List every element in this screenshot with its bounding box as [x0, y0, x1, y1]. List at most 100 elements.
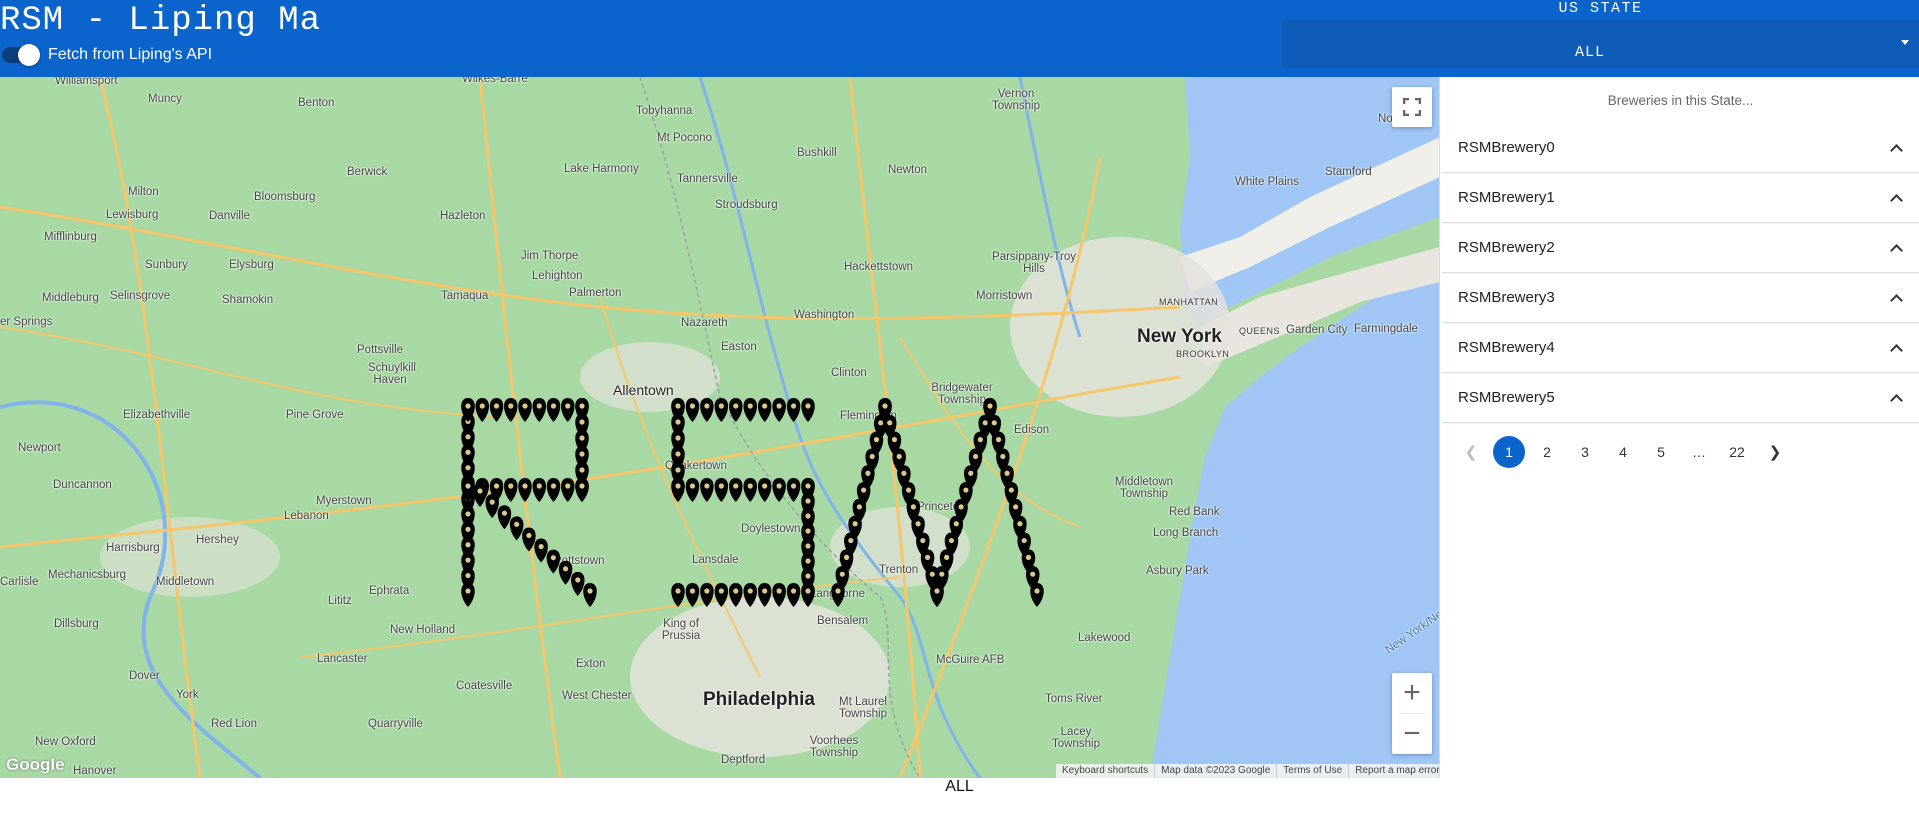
brewery-marker-icon[interactable]: [757, 398, 772, 422]
brewery-name: RSMBrewery0: [1458, 139, 1555, 156]
brewery-marker-icon[interactable]: [518, 478, 532, 502]
selected-state-label: ALL: [945, 778, 974, 795]
brewery-marker-icon[interactable]: [489, 398, 504, 422]
brewery-marker-icon[interactable]: [772, 398, 786, 422]
brewery-marker-icon[interactable]: [546, 478, 561, 502]
brewery-marker-icon[interactable]: [546, 549, 561, 574]
chevron-up-icon[interactable]: [1890, 343, 1903, 357]
brewery-marker-icon[interactable]: [534, 538, 548, 563]
brewery-marker-layer: [461, 398, 1044, 607]
chevron-up-icon[interactable]: [1890, 143, 1903, 157]
brewery-marker-icon[interactable]: [546, 398, 561, 422]
chevron-up-icon[interactable]: [1890, 243, 1903, 257]
brewery-marker-icon[interactable]: [743, 398, 757, 422]
brewery-marker-icon[interactable]: [509, 516, 524, 541]
brewery-marker-icon[interactable]: [729, 398, 743, 422]
brewery-marker-icon[interactable]: [522, 527, 536, 552]
page-button[interactable]: 2: [1528, 436, 1566, 468]
brewery-marker-icon[interactable]: [801, 398, 815, 422]
terms-of-use-link[interactable]: Terms of Use: [1277, 764, 1350, 778]
page-button[interactable]: 22: [1718, 436, 1756, 468]
brewery-marker-icon[interactable]: [757, 583, 772, 607]
fullscreen-button[interactable]: [1392, 87, 1432, 127]
brewery-marker-icon[interactable]: [743, 478, 757, 502]
brewery-marker-icon[interactable]: [532, 478, 547, 502]
brewery-name: RSMBrewery3: [1458, 289, 1555, 306]
page-number: 1: [1493, 436, 1525, 468]
chevron-up-icon[interactable]: [1890, 393, 1903, 407]
brewery-marker-icon[interactable]: [786, 398, 801, 422]
brewery-marker-icon[interactable]: [504, 398, 518, 422]
brewery-marker-icon[interactable]: [757, 478, 772, 502]
zoom-out-button[interactable]: −: [1392, 714, 1432, 754]
brewery-marker-icon[interactable]: [532, 398, 547, 422]
us-state-select[interactable]: ALL: [1282, 20, 1919, 68]
brewery-marker-icon[interactable]: [729, 583, 743, 607]
page-button[interactable]: 3: [1566, 436, 1604, 468]
brewery-marker-icon[interactable]: [561, 478, 575, 502]
brewery-accordion-item[interactable]: RSMBrewery0: [1442, 123, 1919, 173]
page-button[interactable]: 4: [1604, 436, 1642, 468]
zoom-controls: + −: [1392, 673, 1432, 754]
zoom-in-button[interactable]: +: [1392, 673, 1432, 713]
brewery-marker-icon[interactable]: [700, 478, 714, 502]
brewery-marker-icon[interactable]: [461, 583, 475, 607]
brewery-marker-icon[interactable]: [700, 583, 714, 607]
brewery-accordion-item[interactable]: RSMBrewery4: [1442, 323, 1919, 373]
brewery-marker-icon[interactable]: [518, 398, 532, 422]
brewery-accordion-item[interactable]: RSMBrewery2: [1442, 223, 1919, 273]
brewery-marker-icon[interactable]: [561, 398, 575, 422]
brewery-marker-icon[interactable]: [714, 478, 729, 502]
google-logo: Google: [6, 755, 65, 774]
brewery-marker-icon[interactable]: [772, 478, 786, 502]
brewery-marker-icon[interactable]: [671, 478, 685, 502]
map-view[interactable]: Williamsport Muncy Benton Wilkes-Barre T…: [0, 77, 1440, 778]
previous-page-button[interactable]: ❮: [1452, 436, 1490, 468]
api-toggle-switch[interactable]: [2, 44, 40, 66]
next-page-button[interactable]: ❯: [1756, 436, 1794, 468]
map-attribution-bar: Keyboard shortcuts Map data ©2023 Google…: [1056, 764, 1439, 778]
brewery-marker-icon[interactable]: [714, 398, 729, 422]
chevron-up-icon[interactable]: [1890, 193, 1903, 207]
sidebar-heading: Breweries in this State...: [1607, 93, 1754, 108]
brewery-marker-icon[interactable]: [685, 398, 700, 422]
brewery-marker-icon[interactable]: [685, 478, 700, 502]
brewery-marker-icon[interactable]: [685, 583, 700, 607]
brewery-marker-icon[interactable]: [558, 560, 573, 585]
brewery-marker-icon[interactable]: [714, 583, 729, 607]
page-button-current[interactable]: 1: [1490, 436, 1528, 468]
brewery-accordion-item[interactable]: RSMBrewery1: [1442, 173, 1919, 223]
brewery-marker-icon[interactable]: [700, 398, 714, 422]
app-title: RSM - Liping Ma: [0, 2, 322, 40]
brewery-accordion-item[interactable]: RSMBrewery3: [1442, 273, 1919, 323]
brewery-marker-icon[interactable]: [504, 478, 518, 502]
brewery-marker-icon[interactable]: [583, 583, 597, 607]
fullscreen-icon: [1403, 98, 1421, 116]
toggle-knob[interactable]: [18, 44, 40, 66]
brewery-marker-icon[interactable]: [1030, 583, 1044, 607]
page-button[interactable]: 5: [1642, 436, 1680, 468]
report-map-error-link[interactable]: Report a map error: [1349, 764, 1439, 778]
brewery-marker-icon[interactable]: [772, 583, 786, 607]
keyboard-shortcuts-link[interactable]: Keyboard shortcuts: [1056, 764, 1156, 778]
brewery-name: RSMBrewery4: [1458, 339, 1555, 356]
brewery-marker-icon[interactable]: [497, 505, 512, 530]
brewery-marker-icon[interactable]: [801, 583, 815, 607]
chevron-up-icon[interactable]: [1890, 293, 1903, 307]
brewery-sidebar: Breweries in this State... RSMBrewery0 R…: [1442, 77, 1919, 472]
page-ellipsis: …: [1692, 444, 1706, 460]
brewery-marker-icon[interactable]: [786, 583, 801, 607]
brewery-marker-icon[interactable]: [743, 583, 757, 607]
brewery-name: RSMBrewery1: [1458, 189, 1555, 206]
brewery-marker-icon[interactable]: [729, 478, 743, 502]
brewery-marker-icon[interactable]: [473, 483, 487, 507]
dropdown-caret-icon: [1901, 40, 1909, 45]
brewery-marker-icon[interactable]: [671, 583, 685, 607]
us-state-filter: US STATE ALL: [1282, 0, 1919, 77]
brewery-marker-icon[interactable]: [575, 478, 589, 502]
brewery-accordion-item[interactable]: RSMBrewery5: [1442, 373, 1919, 423]
brewery-marker-icon[interactable]: [475, 398, 490, 422]
brewery-marker-icon[interactable]: [571, 571, 585, 596]
brewery-marker-icon[interactable]: [786, 478, 801, 502]
brewery-marker-icon[interactable]: [485, 494, 499, 519]
